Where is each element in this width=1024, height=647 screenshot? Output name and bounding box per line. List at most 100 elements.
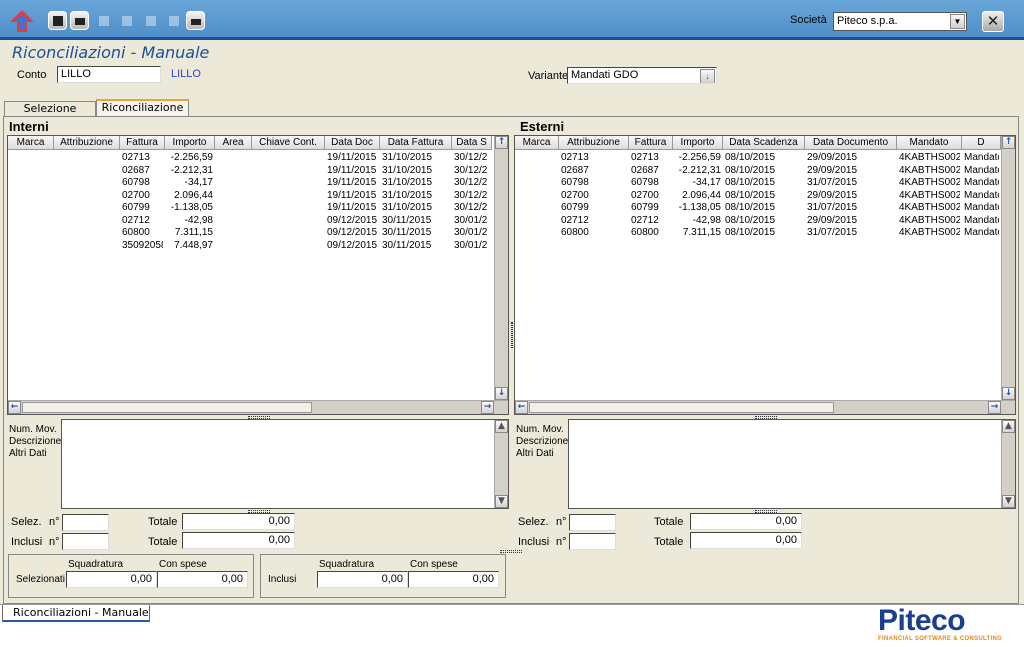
print-icon[interactable] [186,11,205,30]
home-up-arrow-icon[interactable] [9,9,35,33]
interni-table-row[interactable]: 60799 -1.138,05 19/11/2015 31/10/2015 30/12/… [8,202,494,214]
interni-title: Interni [9,119,49,134]
esterni-table-row[interactable]: 02713 02713 -2.256,59 08/10/2015 29/09/2015 4… [515,152,1001,164]
esterni-inclusi-count[interactable] [569,533,616,550]
esterni-column-header[interactable]: Data Scadenza [723,136,805,150]
esterni-column-header[interactable]: Attribuzione [559,136,629,150]
esterni-cell: 08/10/2015 [725,189,776,201]
interni-column-header[interactable]: Chiave Cont. [252,136,325,150]
esterni-column-header[interactable]: Marca [515,136,559,150]
interni-cell: 09/12/2015 [327,214,378,226]
tab-selezione[interactable]: Selezione [4,101,96,116]
scroll-down-icon[interactable]: ▼ [495,495,508,508]
esterni-table-row[interactable]: 60799 60799 -1.138,05 08/10/2015 31/07/2015 4… [515,202,1001,214]
scroll-up-icon[interactable]: ▲ [1002,420,1015,433]
interni-table-row[interactable]: 35092058 7.448,97 09/12/2015 30/11/2015 30/0… [8,240,494,252]
interni-table-row[interactable]: 02713 -2.256,59 19/11/2015 31/10/2015 30/12/… [8,152,494,164]
interni-cell [56,215,118,227]
conto-input[interactable]: LILLO [57,66,161,83]
esterni-table-row[interactable]: 02700 02700 2.096,44 08/10/2015 29/09/2015 4K… [515,190,1001,202]
interni-column-header[interactable]: Fattura [120,136,165,150]
interni-cell: 60798 [122,177,150,188]
interni-detail-text[interactable]: ▲ ▼ [61,419,509,509]
esterni-vertical-scrollbar[interactable]: ↑ ↓ [1001,136,1015,400]
scroll-right-icon[interactable]: → [481,401,494,414]
interni-cell: -2.256,59 [170,152,213,163]
esterni-cell: 60800 [631,227,659,238]
esterni-inclusi-label: Inclusi [518,536,550,548]
interni-selez-count[interactable] [62,514,109,531]
scroll-down-icon[interactable]: ↓ [495,387,508,400]
societa-select[interactable]: Piteco s.p.a. ▼ [833,12,967,31]
interni-table[interactable]: Marca Attribuzione Fattura Importo Area Chiav… [7,135,509,415]
interni-table-row[interactable]: 02700 2.096,44 19/11/2015 31/10/2015 30/12/2 [8,190,494,202]
interni-table-row[interactable]: 60798 -34,17 19/11/2015 31/10/2015 30/12/2 [8,177,494,189]
scroll-left-icon[interactable]: ← [8,401,21,414]
scroll-down-icon[interactable]: ↓ [1002,387,1015,400]
interni-horizontal-scrollbar[interactable]: ← → [8,400,508,414]
interni-vertical-scrollbar[interactable]: ↑ ↓ [494,136,508,400]
esterni-column-header[interactable]: Importo [673,136,723,150]
esterni-cell: 60799 [631,202,659,213]
chevron-down-icon[interactable]: ↓ [700,69,715,83]
esterni-table[interactable]: Marca Attribuzione Fattura Importo Data Scad… [514,135,1016,415]
variante-select[interactable]: Mandati GDO ↓ [567,67,717,84]
esterni-horizontal-scrollbar[interactable]: ← → [515,400,1015,414]
interni-table-row[interactable]: 02712 -42,98 09/12/2015 30/11/2015 30/01/2 [8,215,494,227]
esterni-selez-count[interactable] [569,514,616,531]
interni-table-row[interactable]: 60800 7.311,15 09/12/2015 30/11/2015 30/01/2 [8,227,494,239]
copy-icon[interactable] [117,11,136,30]
esterni-cell: 29/09/2015 [807,152,858,163]
interni-cell [10,240,52,252]
descrizione-label: Descrizione [9,436,62,447]
interni-column-header[interactable]: Importo [165,136,215,150]
open-folder-icon[interactable] [70,11,89,30]
interni-inclusi-count[interactable] [62,533,109,550]
trash-icon[interactable] [164,11,183,30]
esterni-table-row[interactable]: 60798 60798 -34,17 08/10/2015 31/07/2015 4KAB… [515,177,1001,189]
esterni-table-row[interactable]: 02687 02687 -2.212,31 08/10/2015 29/09/2015 4… [515,165,1001,177]
interni-column-header[interactable]: Data Doc [325,136,380,150]
scroll-down-icon[interactable]: ▼ [1002,495,1015,508]
interni-cell: 7.311,15 [174,227,213,238]
splitter-handle[interactable] [500,550,522,553]
interni-column-header[interactable]: Marca [8,136,54,150]
scroll-right-icon[interactable]: → [988,401,1001,414]
interni-column-header[interactable]: Area [215,136,252,150]
interni-cell [217,240,250,252]
interni-column-header[interactable]: Data S [452,136,492,150]
esterni-table-row[interactable]: 60800 60800 7.311,15 08/10/2015 31/07/2015 4K… [515,227,1001,239]
splitter-handle[interactable] [511,322,513,348]
new-icon[interactable] [48,11,67,30]
esterni-cell: 60799 [561,202,589,213]
esterni-cell: -1.138,05 [678,202,721,213]
esterni-table-row[interactable]: 02712 02712 -42,98 08/10/2015 29/09/2015 4KAB… [515,215,1001,227]
esterni-column-header[interactable]: Mandato [897,136,962,150]
interni-column-header[interactable]: Attribuzione [54,136,120,150]
esterni-column-header[interactable]: D [962,136,1001,150]
check-icon[interactable] [94,11,113,30]
esterni-detail-text[interactable]: ▲ ▼ [568,419,1016,509]
scroll-up-icon[interactable]: ↑ [495,136,508,149]
scroll-thumb[interactable] [22,402,312,413]
window-tab[interactable]: Riconciliazioni - Manuale [2,605,150,622]
scroll-left-icon[interactable]: ← [515,401,528,414]
interni-column-header[interactable]: Data Fattura [380,136,452,150]
scroll-up-icon[interactable]: ▲ [495,420,508,433]
close-button[interactable]: ✕ [982,11,1004,32]
interni-cell: 30/11/2015 [382,227,432,238]
scroll-thumb[interactable] [529,402,834,413]
esterni-column-header[interactable]: Fattura [629,136,673,150]
refresh-icon[interactable] [141,11,160,30]
interni-cell [10,227,52,239]
interni-table-row[interactable]: 02687 -2.212,31 19/11/2015 31/10/2015 30/12/… [8,165,494,177]
interni-cell [56,190,118,202]
variante-label: Variante [528,70,569,82]
interni-cell [56,165,118,177]
interni-cell: -1.138,05 [170,202,213,213]
interni-selez-n-label: n° [49,516,60,528]
chevron-down-icon[interactable]: ▼ [950,14,965,29]
scroll-up-icon[interactable]: ↑ [1002,136,1015,149]
tab-riconciliazione[interactable]: Riconciliazione [96,99,189,117]
esterni-column-header[interactable]: Data Documento [805,136,897,150]
